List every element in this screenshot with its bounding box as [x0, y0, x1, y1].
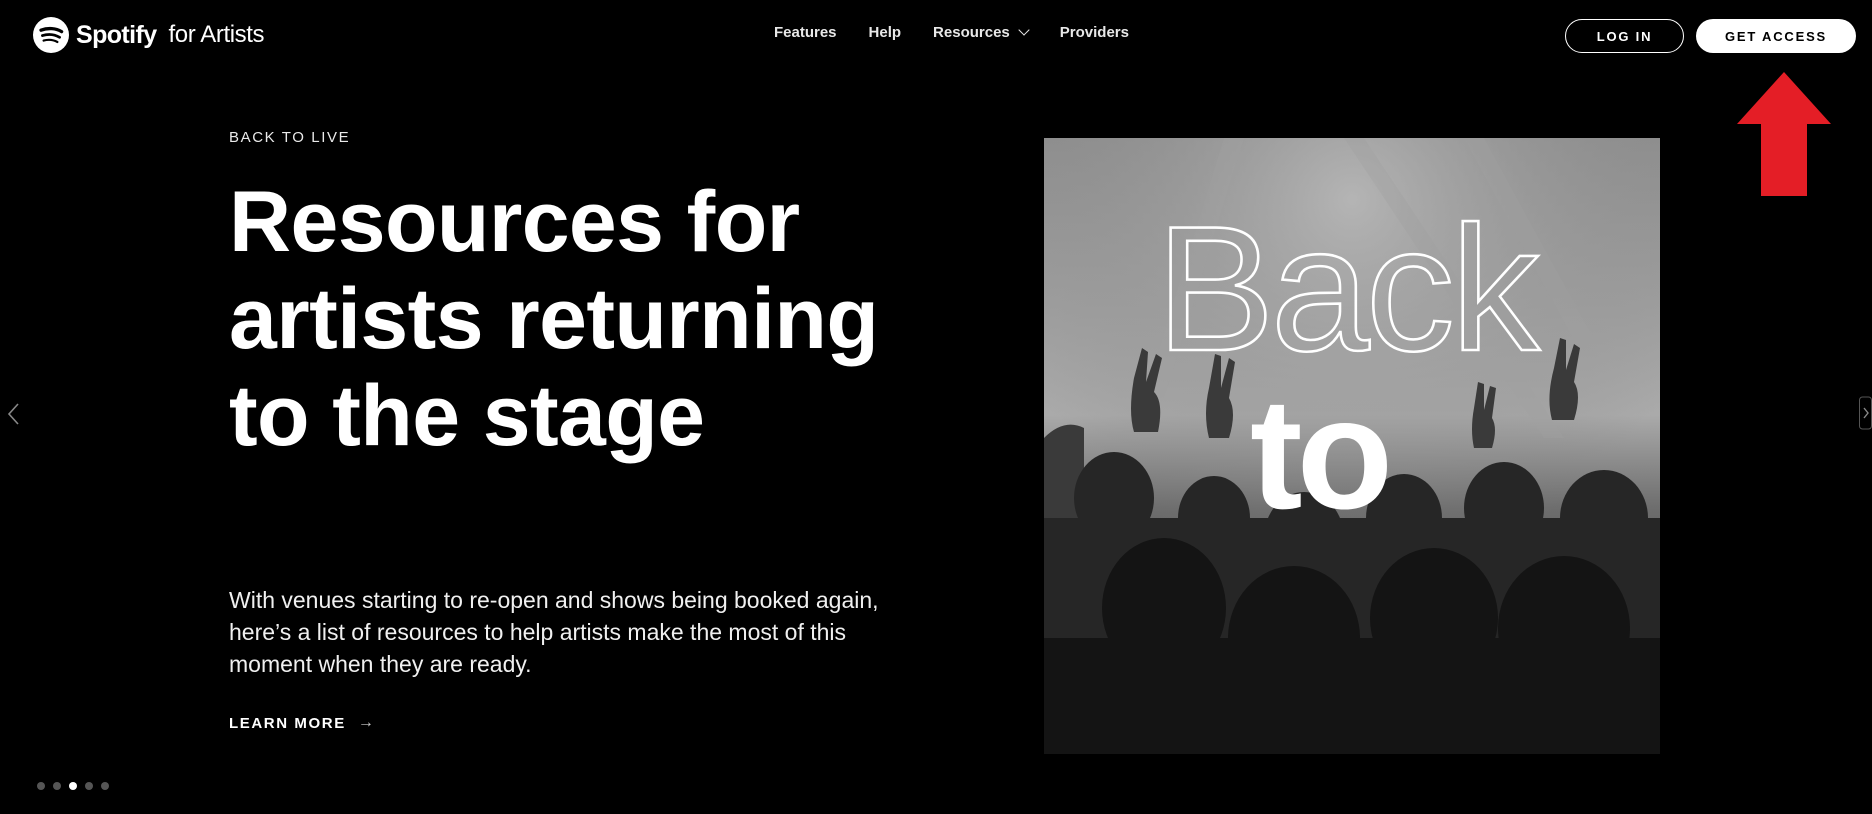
- carousel-dot[interactable]: [53, 782, 61, 790]
- chevron-right-icon[interactable]: [1859, 396, 1872, 430]
- image-text-to: to: [1250, 366, 1388, 542]
- spotify-for-artists-logo[interactable]: Spotify for Artists: [33, 16, 265, 54]
- arrow-right-icon: →: [357, 714, 376, 731]
- nav-resources-label: Resources: [933, 24, 1010, 41]
- main-nav: Features Help Resources Providers: [774, 24, 1129, 41]
- carousel-dot[interactable]: [69, 782, 77, 790]
- chevron-down-icon: [1018, 24, 1030, 36]
- learn-more-link[interactable]: LEARN MORE →: [229, 714, 375, 732]
- concert-crowd-illustration: Back to: [1044, 138, 1660, 754]
- site-header: Spotify for Artists Features Help Resour…: [0, 0, 1872, 72]
- hero-description: With venues starting to re-open and show…: [229, 587, 879, 677]
- carousel-dot[interactable]: [37, 782, 45, 790]
- annotation-arrow-up-icon: [1737, 72, 1831, 196]
- nav-resources[interactable]: Resources: [933, 24, 1030, 41]
- nav-features[interactable]: Features: [774, 24, 837, 41]
- carousel-dot[interactable]: [101, 782, 109, 790]
- chevron-left-icon[interactable]: [4, 402, 24, 426]
- nav-help[interactable]: Help: [869, 24, 902, 41]
- brand-name: Spotify: [76, 20, 157, 49]
- hero-headline: Resources for artists returning to the s…: [229, 174, 879, 464]
- hero-image: Back to: [1044, 138, 1660, 754]
- hero-eyebrow: BACK TO LIVE: [229, 129, 351, 146]
- get-access-button[interactable]: GET ACCESS: [1696, 19, 1856, 53]
- learn-more-label: LEARN MORE: [229, 714, 346, 732]
- brand-sub: for Artists: [168, 21, 265, 48]
- login-button[interactable]: LOG IN: [1565, 19, 1684, 53]
- nav-providers[interactable]: Providers: [1060, 24, 1129, 41]
- carousel-dots: [37, 782, 109, 790]
- image-text-back: Back: [1156, 189, 1541, 388]
- spotify-logo-icon: [33, 17, 69, 53]
- carousel-dot[interactable]: [85, 782, 93, 790]
